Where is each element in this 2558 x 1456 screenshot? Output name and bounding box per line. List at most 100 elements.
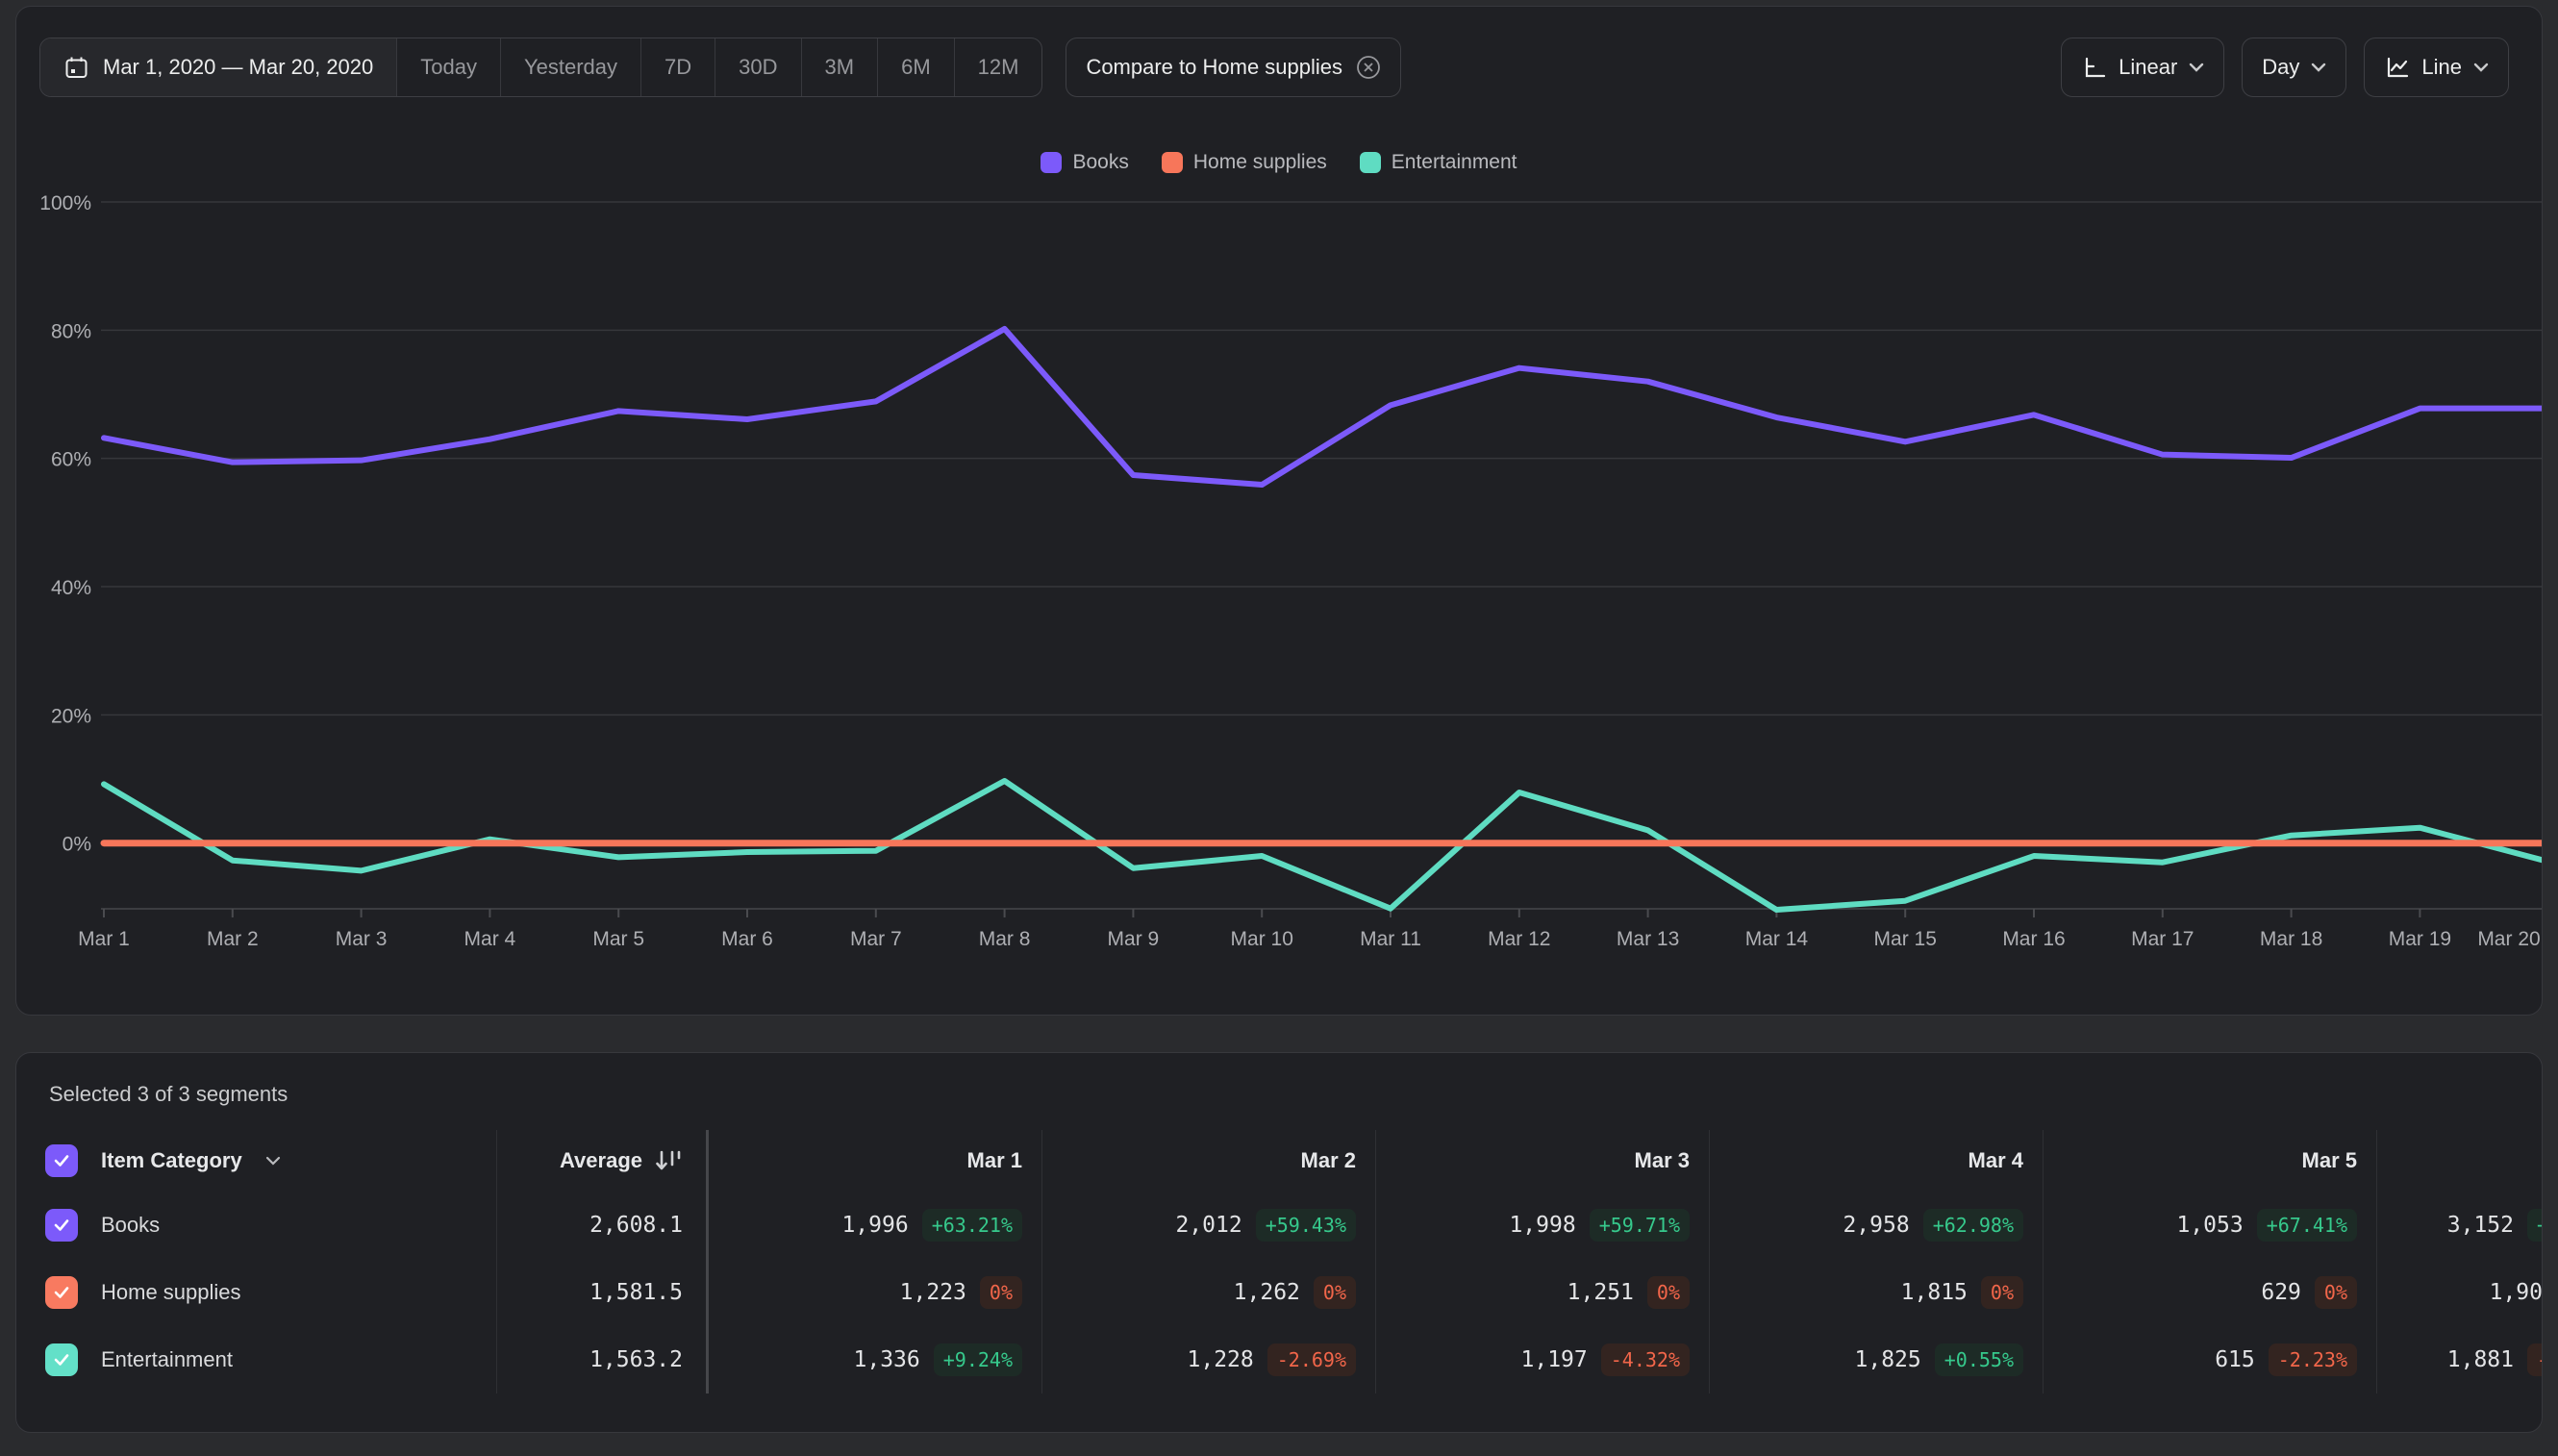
day-value-cell: 2,012 +59.43% — [1042, 1192, 1376, 1259]
quick-range-7d[interactable]: 7D — [640, 38, 715, 96]
segment-label: Entertainment — [101, 1347, 233, 1372]
quick-range-today[interactable]: Today — [396, 38, 500, 96]
granularity-dropdown-label: Day — [2262, 55, 2299, 80]
day-value: 1,197 — [1521, 1347, 1588, 1372]
day-value: 1,251 — [1567, 1280, 1634, 1305]
y-axis-tick-label: 80% — [51, 320, 91, 342]
checkmark-icon — [56, 1157, 67, 1166]
day-value: 629 — [2261, 1280, 2301, 1305]
day-header-cell: Mar 3 — [1376, 1130, 1710, 1192]
x-axis-tick-label: Mar 6 — [721, 928, 773, 950]
change-badge: +59.43% — [1256, 1209, 1356, 1242]
y-axis-tick-label: 0% — [63, 834, 91, 856]
day-value: 1,881 — [2447, 1347, 2514, 1372]
category-header-cell: Item Category — [45, 1130, 497, 1192]
legend-swatch — [1360, 152, 1381, 173]
quick-range-yesterday[interactable]: Yesterday — [500, 38, 640, 96]
category-header-label[interactable]: Item Category — [101, 1148, 242, 1173]
average-cell: 1,563.2 — [497, 1326, 709, 1393]
table-row: Entertainment1,563.21,336+9.24%1,228-2.6… — [45, 1326, 2543, 1393]
day-header-label: Mar 1 — [967, 1148, 1022, 1173]
day-value-cell: 3,152+6 — [2377, 1192, 2543, 1259]
line-chart-icon — [2384, 55, 2410, 81]
change-badge: +67.41% — [2257, 1209, 2357, 1242]
legend-item[interactable]: Entertainment — [1360, 151, 1517, 174]
table-row: Books 2,608.11,996+63.21% 2,012 +59.43% 1,99… — [45, 1192, 2543, 1259]
x-axis-tick-label: Mar 16 — [2002, 928, 2065, 950]
change-badge: 0% — [1981, 1276, 2023, 1309]
chart-type-dropdown-label: Line — [2421, 55, 2462, 80]
day-value: 1,053 — [2176, 1213, 2243, 1238]
chart-type-dropdown[interactable]: Line — [2364, 38, 2509, 97]
change-badge: +63.21% — [922, 1209, 1022, 1242]
x-axis-tick-label: Mar 2 — [207, 928, 259, 950]
day-value: 2,012 — [1175, 1213, 1241, 1238]
segment-label: Books — [101, 1213, 160, 1238]
day-value: 3,152 — [2447, 1213, 2514, 1238]
scale-dropdown-label: Linear — [2119, 55, 2177, 80]
granularity-dropdown[interactable]: Day — [2242, 38, 2346, 97]
segment-label: Home supplies — [101, 1280, 241, 1305]
day-header-label: Mar 3 — [1635, 1148, 1690, 1173]
day-value-cell: 1,996+63.21% — [709, 1192, 1042, 1259]
day-value: 1,815 — [1901, 1280, 1968, 1305]
day-value: 1,223 — [900, 1280, 966, 1305]
average-header-label: Average — [560, 1148, 642, 1173]
legend-item[interactable]: Home supplies — [1162, 151, 1327, 174]
x-axis-tick-label: Mar 14 — [1745, 928, 1809, 950]
segment-cell: Books — [45, 1192, 497, 1259]
day-value: 1,90 — [2490, 1280, 2543, 1305]
day-value-cell: 615-2.23% — [2044, 1326, 2377, 1393]
average-header-cell[interactable]: Average — [497, 1130, 709, 1192]
change-badge: 0% — [1314, 1276, 1356, 1309]
day-header-cell: Mar 5 — [2044, 1130, 2377, 1192]
x-axis-tick-label: Mar 1 — [78, 928, 130, 950]
day-value: 1,228 — [1188, 1347, 1254, 1372]
change-badge: +62.98% — [1923, 1209, 2023, 1242]
y-axis-tick-label: 100% — [39, 192, 91, 214]
remove-compare-icon[interactable] — [1356, 55, 1381, 80]
date-range-group: Mar 1, 2020 — Mar 20, 2020 Today Yesterd… — [39, 38, 1042, 97]
segments-table-card: Selected 3 of 3 segments Item CategoryAv… — [15, 1052, 2543, 1433]
change-badge: +59.71% — [1590, 1209, 1690, 1242]
quick-range-12m[interactable]: 12M — [954, 38, 1042, 96]
segment-checkbox[interactable] — [45, 1209, 78, 1242]
toolbar: Mar 1, 2020 — Mar 20, 2020 Today Yesterd… — [39, 38, 2509, 97]
quick-range-3m[interactable]: 3M — [801, 38, 878, 96]
x-axis-tick-label: Mar 18 — [2260, 928, 2322, 950]
date-range-label: Mar 1, 2020 — Mar 20, 2020 — [103, 55, 373, 80]
segment-checkbox[interactable] — [45, 1276, 78, 1309]
checkmark-icon — [56, 1356, 67, 1365]
change-badge: -4.32% — [1601, 1343, 1690, 1376]
day-value: 1,825 — [1855, 1347, 1921, 1372]
x-axis-tick-label: Mar 19 — [2389, 928, 2451, 950]
day-value: 1,998 — [1509, 1213, 1575, 1238]
x-axis-tick-label: Mar 4 — [464, 928, 516, 950]
y-axis-tick-label: 40% — [51, 577, 91, 599]
scale-dropdown[interactable]: Linear — [2061, 38, 2224, 97]
average-cell: 2,608.1 — [497, 1192, 709, 1259]
segment-checkbox[interactable] — [45, 1144, 78, 1177]
day-value-cell: 1,998 +59.71% — [1376, 1192, 1710, 1259]
x-axis-tick-label: Mar 9 — [1108, 928, 1160, 950]
sort-descending-icon[interactable] — [654, 1148, 683, 1173]
day-value: 1,336 — [854, 1347, 920, 1372]
segment-checkbox[interactable] — [45, 1343, 78, 1376]
quick-range-30d[interactable]: 30D — [715, 38, 800, 96]
legend-item[interactable]: Books — [1041, 151, 1128, 174]
chevron-down-icon[interactable] — [265, 1156, 281, 1166]
segment-cell: Home supplies — [45, 1259, 497, 1326]
date-range-button[interactable]: Mar 1, 2020 — Mar 20, 2020 — [40, 38, 396, 96]
day-header-cell: Mar 4 — [1710, 1130, 2044, 1192]
day-header-label: Mar 5 — [2302, 1148, 2357, 1173]
change-badge: - — [2527, 1343, 2543, 1376]
average-value: 1,563.2 — [589, 1347, 683, 1372]
day-value-cell: 1,2510% — [1376, 1259, 1710, 1326]
legend-label: Entertainment — [1392, 151, 1517, 174]
quick-range-6m[interactable]: 6M — [877, 38, 954, 96]
x-axis-tick-label: Mar 20 — [2477, 928, 2540, 950]
x-axis-tick-label: Mar 7 — [850, 928, 902, 950]
day-value-cell: 1,228-2.69% — [1042, 1326, 1376, 1393]
segment-cell: Entertainment — [45, 1326, 497, 1393]
compare-chip[interactable]: Compare to Home supplies — [1066, 38, 1401, 97]
